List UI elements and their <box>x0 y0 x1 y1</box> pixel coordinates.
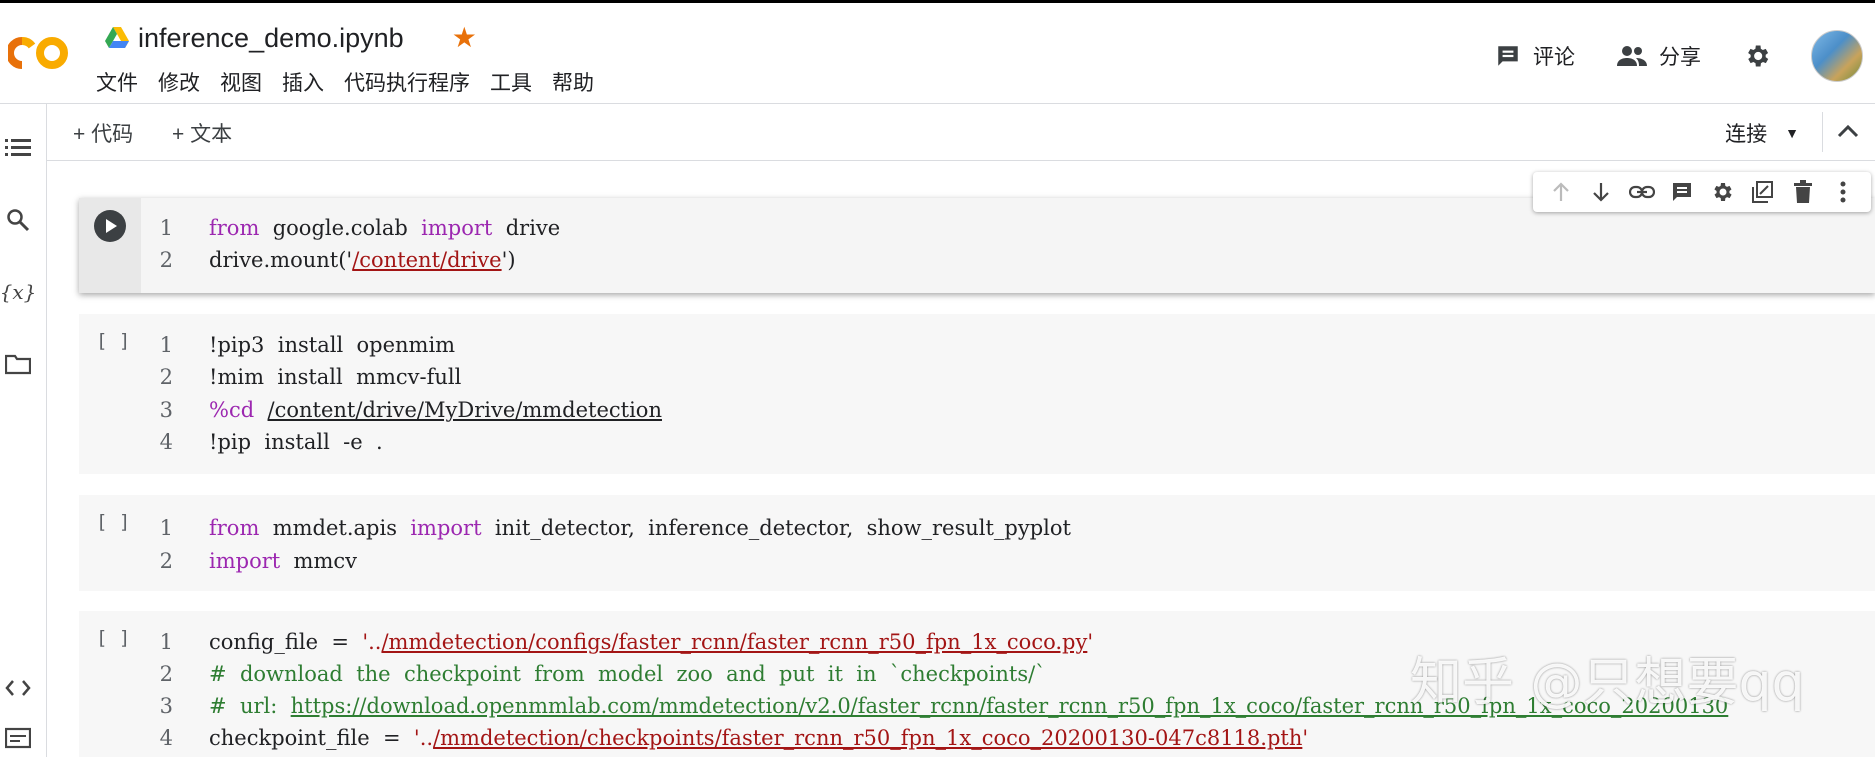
menu-help[interactable]: 帮助 <box>552 67 594 97</box>
dropdown-caret-icon[interactable]: ▼ <box>1785 125 1799 141</box>
search-icon[interactable] <box>4 206 32 234</box>
code-line: 2 !mim install mmcv-full <box>159 365 462 389</box>
cell-toolbar <box>1533 172 1871 212</box>
toolbar-divider <box>1822 112 1823 152</box>
code-line: 3 %cd /content/drive/MyDrive/mmdetection <box>159 398 662 422</box>
share-label: 分享 <box>1659 46 1701 69</box>
mirror-cell-icon[interactable] <box>1747 177 1777 207</box>
code-line: 4 !pip install -e . <box>159 430 383 454</box>
variables-icon[interactable]: {x} <box>0 278 36 306</box>
menu-view[interactable]: 视图 <box>220 67 262 97</box>
run-cell-bracket[interactable]: [ ] <box>96 511 130 533</box>
comment-label: 评论 <box>1533 46 1575 69</box>
code-line: 1 from mmdet.apis import init_detector, i… <box>159 516 1071 540</box>
left-sidebar: {x} <box>0 104 47 757</box>
gear-icon[interactable] <box>1707 177 1737 207</box>
code-line: 4 checkpoint_file = '../mmdetection/check… <box>159 726 1309 750</box>
colab-logo[interactable] <box>8 33 72 73</box>
code-cell[interactable]: [ ] 1 from mmdet.apis import init_detecto… <box>79 495 1875 591</box>
google-drive-icon[interactable] <box>104 26 130 50</box>
link-icon[interactable] <box>1627 177 1657 207</box>
notebook-toolbar: + 代码 + 文本 连接 ▼ <box>47 104 1875 161</box>
title-row: inference_demo.ipynb ★ <box>104 21 477 55</box>
header: inference_demo.ipynb ★ 文件 修改 视图 插入 代码执行程… <box>0 3 1875 104</box>
comment-icon[interactable] <box>1667 177 1697 207</box>
code-line: 2 drive.mount('/content/drive') <box>159 248 516 272</box>
run-cell-bracket[interactable]: [ ] <box>96 330 130 352</box>
code-cell-active[interactable]: 1 from google.colab import drive 2 drive.m… <box>79 198 1875 293</box>
add-text-button[interactable]: + 文本 <box>172 118 232 148</box>
code-line: 1 config_file = '../mmdetection/configs/f… <box>159 630 1094 654</box>
share-button[interactable]: 分享 <box>1617 41 1701 71</box>
add-code-button[interactable]: + 代码 <box>73 118 133 148</box>
star-icon[interactable]: ★ <box>452 24 477 52</box>
arrow-up-icon[interactable] <box>1546 177 1576 207</box>
user-avatar[interactable] <box>1811 30 1863 82</box>
comment-icon <box>1498 46 1518 66</box>
connect-button[interactable]: 连接 ▼ <box>1725 118 1799 148</box>
cell-gutter <box>79 198 141 293</box>
code-snippets-icon[interactable] <box>4 674 32 702</box>
settings-gear-icon[interactable] <box>1743 42 1771 70</box>
menu-tools[interactable]: 工具 <box>490 67 532 97</box>
menu-runtime[interactable]: 代码执行程序 <box>344 67 470 97</box>
code-line: 2 import mmcv <box>159 549 358 573</box>
comment-button[interactable]: 评论 <box>1495 41 1575 71</box>
people-icon <box>1617 46 1647 66</box>
code-line: 1 from google.colab import drive <box>159 216 561 240</box>
code-line: 2 # download the checkpoint from model zo… <box>159 662 1046 686</box>
connect-label: 连接 <box>1725 123 1768 146</box>
code-line: 1 !pip3 install openmim <box>159 333 456 357</box>
header-actions: 评论 分享 <box>1495 30 1875 82</box>
toc-icon[interactable] <box>4 134 32 162</box>
more-vert-icon[interactable] <box>1828 177 1858 207</box>
menu-bar: 文件 修改 视图 插入 代码执行程序 工具 帮助 <box>96 67 614 97</box>
run-cell-button[interactable] <box>94 210 126 242</box>
run-cell-bracket[interactable]: [ ] <box>96 627 130 649</box>
menu-insert[interactable]: 插入 <box>282 67 324 97</box>
notebook-title[interactable]: inference_demo.ipynb <box>138 23 404 54</box>
menu-file[interactable]: 文件 <box>96 67 138 97</box>
folder-icon[interactable] <box>4 350 32 378</box>
terminal-icon[interactable] <box>4 724 32 752</box>
watermark: 知乎 @只想要qq <box>1410 653 1805 713</box>
chevron-up-icon[interactable] <box>1833 116 1863 146</box>
delete-icon[interactable] <box>1788 177 1818 207</box>
menu-edit[interactable]: 修改 <box>158 67 200 97</box>
arrow-down-icon[interactable] <box>1586 177 1616 207</box>
code-cell[interactable]: [ ] 1 !pip3 install openmim 2 !mim install… <box>79 314 1875 474</box>
